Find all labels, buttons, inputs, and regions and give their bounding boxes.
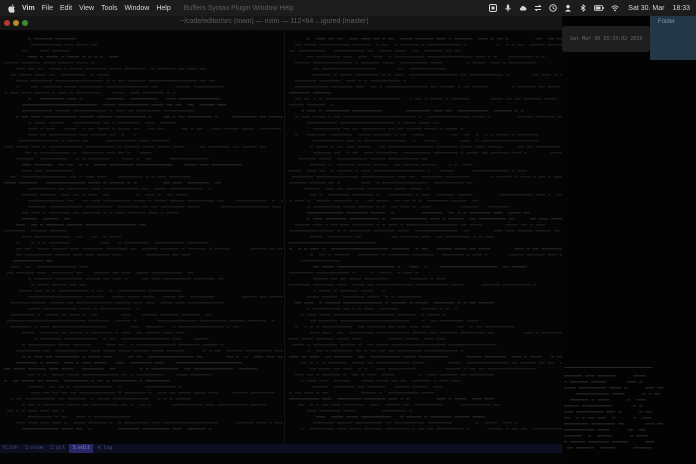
window-titlebar[interactable]: ~/code/editor/src (main) — nvim — 112×64… [0, 16, 562, 30]
menu-edit[interactable]: Edit [60, 5, 72, 12]
notification-text: Sat Mar 30 18:33:02 2019 [570, 36, 643, 42]
time-machine-icon[interactable] [549, 4, 558, 12]
code-line: ▁▁▁▁▁▁▁▁▁▁▁ ▁▁▁▁▁▁▁ ▁▁▁ ▁▁ ▁ ▁▁▁▁▁▁▁▁▁▁▁… [295, 82, 560, 88]
apple-icon[interactable] [8, 3, 16, 13]
monitor-divider [564, 367, 652, 368]
menu-help[interactable]: Help [156, 5, 170, 12]
menu-tools[interactable]: Tools [101, 5, 117, 12]
menu-view[interactable]: View [79, 5, 94, 12]
transfer-icon[interactable] [534, 4, 542, 12]
code-line: ▁▁ ▁▁ ▁ ▁ ▁▁▁▁▁▁▁▁▁▁▁▁▁▁▁▁▁▁▁▁▁▁▁▁▁ ▁ ▁▁… [295, 94, 557, 100]
tmux-tab[interactable]: 1:nvim [22, 444, 46, 453]
window-title: ~/code/editor/src (main) — nvim — 112×64… [180, 18, 369, 25]
menu-window[interactable]: Window [124, 5, 149, 12]
editor-pane-left[interactable]: ▁ ▁▁▁▁▁▁ ▁▁▁▁▁▁▁ ▁▁▁▁▁▁▁▁▁▁ ▁▁▁ ▁▁▁▁ ▁▁ ▁… [0, 30, 283, 444]
editor-pane-right[interactable]: ▁ ▁▁▁ ▁▁ ▁▁ ▁▁▁ ▁▁▁ ▁▁ ▁ ▁▁ ▁▁▁▁ ▁▁▁▁▁▁ … [284, 30, 563, 444]
wifi-icon[interactable] [611, 4, 619, 12]
code-line: ▁ ▁▁▁▁▁▁▁▁ ▁▁▁ ▁▁▁▁ ▁▁▁▁▁▁ ▁▁▁▁▁▁▁▁ ▁ ▁▁… [301, 424, 563, 430]
monitor-row: ▁▁ ▁▁▁▁▁▁ ▁▁▁▁▁ ▁▁▁▁▁▁ [564, 443, 652, 449]
menu-file[interactable]: File [42, 5, 53, 12]
notification-banner[interactable]: Sat Mar 30 18:33:02 2019 [562, 26, 650, 52]
menu-bar: Vim File Edit View Tools Window Help Buf… [0, 0, 696, 16]
status-area: Sat 30. Mar 18:33 [482, 0, 690, 16]
microphone-icon[interactable] [504, 4, 512, 12]
tmux-status-bar: 0:zsh 1:nvim 2:git 3:edit 4:log [0, 444, 562, 453]
code-line: ▁ ▁▁ ▁ ▁▁▁▁▁ ▁▁▁▁▁▁▁ ▁ ▁▁▁▁▁▁▁ ▁▁▁▁▁▁▁ ▁… [307, 250, 563, 256]
battery-icon[interactable] [594, 4, 605, 12]
ghost-menu: Buffers Syntax Plugin Window Help [183, 4, 294, 12]
desktop-side-panel: Sat Mar 30 18:33:02 2019 Folder ▁▁▁▁▁▁ ▁… [562, 16, 696, 464]
tmux-tab[interactable]: 0:zsh [0, 444, 21, 453]
clock-time[interactable]: 18:33 [672, 5, 690, 12]
tmux-tab-active[interactable]: 3:edit [69, 444, 94, 453]
minimize-button[interactable] [13, 20, 19, 26]
tmux-tab[interactable]: 4:log [94, 444, 115, 453]
menu-app[interactable]: Vim [22, 5, 35, 12]
close-button[interactable] [4, 20, 10, 26]
system-monitor-widget: ▁▁▁▁▁▁ ▁▁▁ ▁▁▁▁▁▁ ▁▁▁▁ ▁ ▁▁▁▁▁▁ ▁▁▁▁▁ ▁▁… [562, 351, 696, 461]
cloud-icon[interactable] [519, 4, 527, 12]
terminal-window: ~/code/editor/src (main) — nvim — 112×64… [0, 16, 563, 464]
maximize-button[interactable] [22, 20, 28, 26]
tmux-tab[interactable]: 2:git [47, 444, 68, 453]
code-line: ▁▁▁▁▁▁▁▁▁▁▁▁ ▁▁▁▁ ▁▁ ▁ ▁▁▁▁▁▁▁ ▁▁▁▁▁▁▁▁▁… [22, 424, 212, 430]
bluetooth-icon[interactable] [579, 4, 587, 12]
app-status-icon[interactable] [489, 4, 498, 12]
clock-date[interactable]: Sat 30. Mar [628, 5, 664, 12]
desktop-thumbnail[interactable]: Folder [650, 16, 696, 60]
desktop-thumbnail-label: Folder [658, 19, 676, 25]
user-icon[interactable] [564, 4, 572, 12]
